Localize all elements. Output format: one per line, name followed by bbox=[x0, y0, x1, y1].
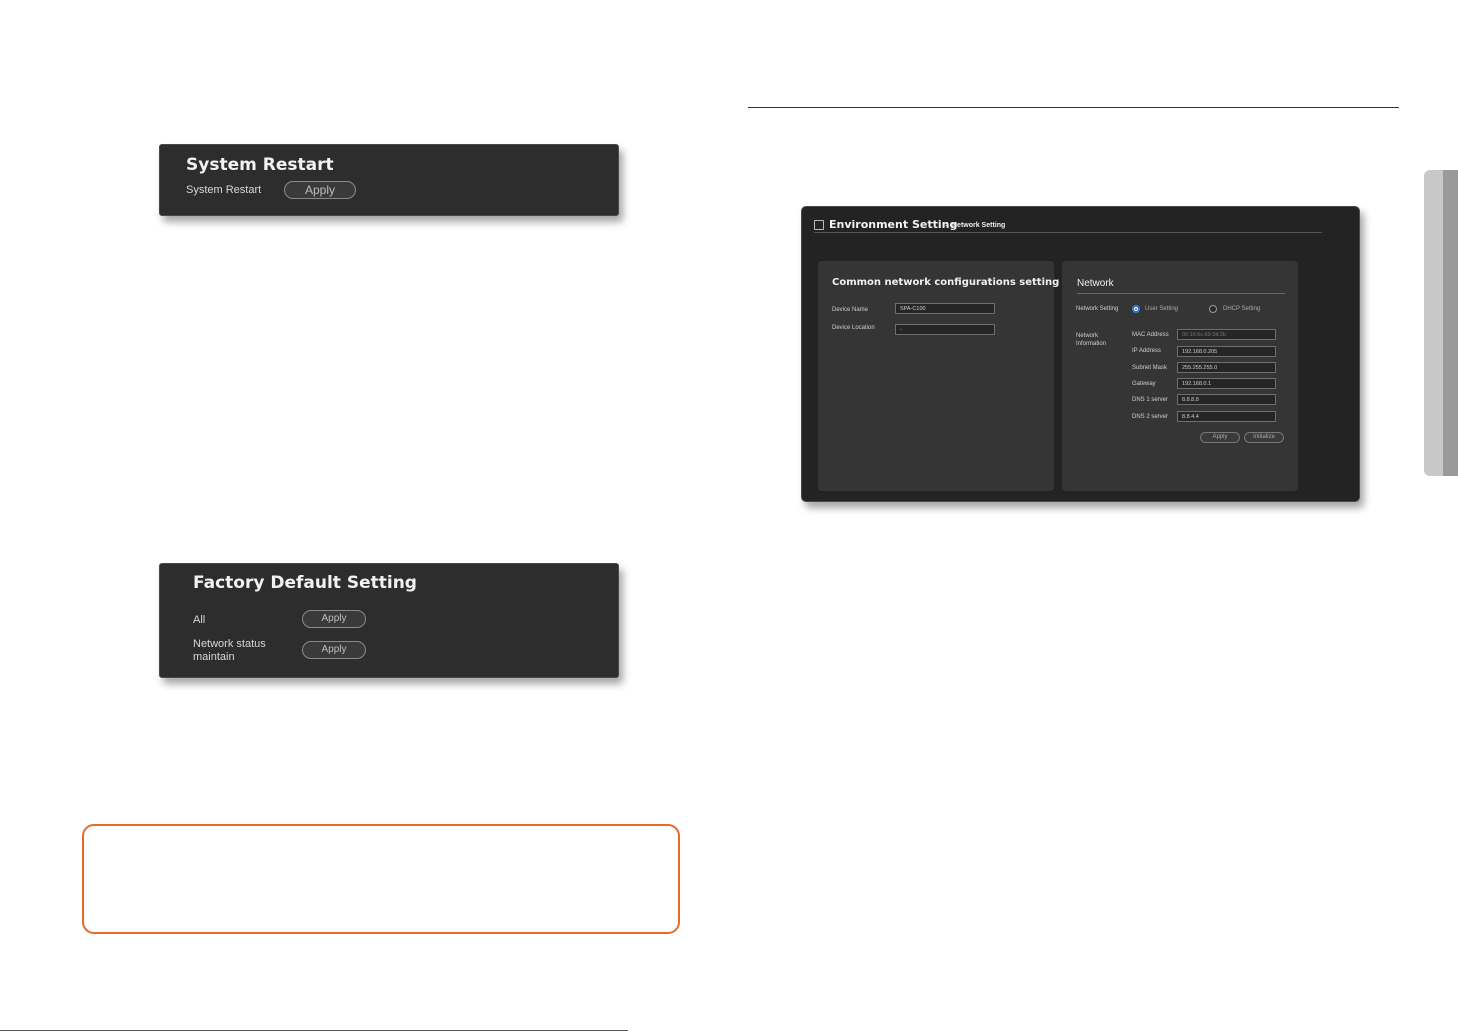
note-box bbox=[82, 824, 680, 934]
network-apply-button[interactable]: Apply bbox=[1200, 432, 1240, 443]
env-setting-title: Environment Setting bbox=[829, 218, 958, 231]
env-setting-panel: Environment Setting > Network Setting Co… bbox=[801, 206, 1360, 502]
mac-address-field: 00:16:6c:69:3d:2b bbox=[1177, 329, 1276, 340]
dns1-input[interactable]: 8.8.8.8 bbox=[1177, 394, 1276, 405]
ip-address-input[interactable]: 192.168.0.205 bbox=[1177, 346, 1276, 357]
system-restart-panel: System Restart System Restart Apply bbox=[159, 144, 619, 216]
network-info-label-line2: Information bbox=[1076, 341, 1107, 347]
footer-rule-left bbox=[0, 1030, 628, 1031]
factory-default-title: Factory Default Setting bbox=[193, 573, 417, 593]
network-title-underline bbox=[1077, 293, 1285, 294]
user-setting-radio[interactable] bbox=[1132, 305, 1140, 313]
breadcrumb: Network Setting bbox=[952, 222, 1006, 229]
breadcrumb-separator: > bbox=[944, 222, 949, 229]
network-setting-label: Network Setting bbox=[1076, 306, 1119, 312]
dns2-input[interactable]: 8.8.4.4 bbox=[1177, 411, 1276, 422]
factory-default-panel: Factory Default Setting All Apply Networ… bbox=[159, 563, 619, 678]
ip-address-label: IP Address bbox=[1132, 348, 1161, 354]
subnet-mask-label: Subnet Mask bbox=[1132, 365, 1168, 371]
factory-all-apply-button[interactable]: Apply bbox=[302, 610, 366, 628]
mac-address-label: MAC Address bbox=[1132, 332, 1169, 338]
factory-all-label: All bbox=[193, 614, 206, 626]
factory-network-apply-button[interactable]: Apply bbox=[302, 641, 366, 659]
system-restart-title: System Restart bbox=[186, 155, 334, 175]
factory-network-label-line1: Network status bbox=[193, 638, 266, 650]
user-setting-label: User Setting bbox=[1145, 306, 1179, 312]
device-name-label: Device Name bbox=[832, 307, 869, 313]
device-location-input[interactable]: - bbox=[895, 324, 995, 335]
dns2-label: DNS 2 server bbox=[1132, 414, 1169, 420]
device-name-input[interactable]: SPA-C100 bbox=[895, 303, 995, 314]
network-initialize-button[interactable]: Initialize bbox=[1244, 432, 1284, 443]
side-tab-accent bbox=[1443, 170, 1458, 476]
settings-icon bbox=[814, 220, 824, 230]
subnet-mask-input[interactable]: 255.255.255.0 bbox=[1177, 362, 1276, 373]
network-card: Network Network Setting User Setting DHC… bbox=[1062, 261, 1298, 491]
system-restart-apply-button[interactable]: Apply bbox=[284, 181, 356, 199]
network-title: Network bbox=[1077, 278, 1114, 289]
system-restart-label: System Restart bbox=[186, 184, 262, 196]
common-network-title: Common network configurations setting bbox=[832, 277, 1060, 288]
network-info-label-line1: Network bbox=[1076, 333, 1099, 339]
env-title-underline bbox=[814, 232, 1322, 233]
dns1-label: DNS 1 server bbox=[1132, 397, 1169, 403]
gateway-label: Gateway bbox=[1132, 381, 1156, 387]
common-network-card: Common network configurations setting De… bbox=[818, 261, 1059, 491]
dhcp-setting-label: DHCP Setting bbox=[1223, 306, 1261, 312]
gateway-input[interactable]: 192.168.0.1 bbox=[1177, 378, 1276, 389]
dhcp-setting-radio[interactable] bbox=[1209, 305, 1217, 313]
device-location-label: Device Location bbox=[832, 325, 875, 331]
header-rule bbox=[748, 107, 1399, 108]
factory-network-label-line2: maintain bbox=[193, 651, 235, 663]
